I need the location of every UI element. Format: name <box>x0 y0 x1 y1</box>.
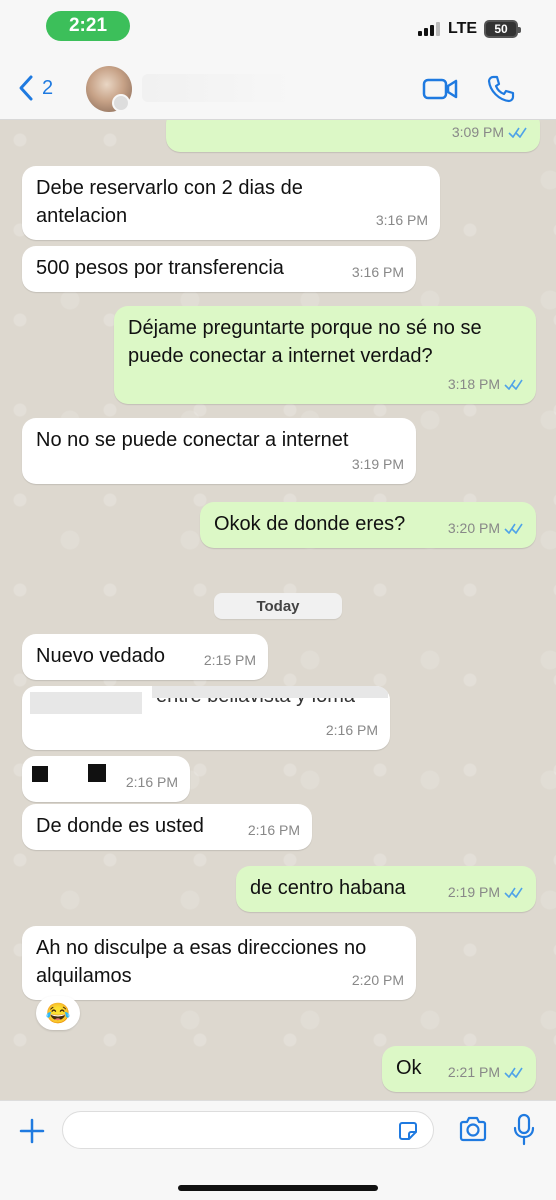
message-time: 2:16 PM <box>125 774 178 790</box>
microphone-icon[interactable] <box>512 1113 536 1147</box>
message-time: 3:18 PM <box>447 376 500 392</box>
message-time: 2:15 PM <box>203 652 256 668</box>
message-time: 2:16 PM <box>247 822 300 838</box>
message-incoming[interactable]: 2:16 PM <box>22 756 190 802</box>
message-time: 3:19 PM <box>351 456 404 472</box>
message-time: 2:21 PM <box>447 1064 500 1080</box>
message-incoming[interactable]: No no se puede conectar a internet 3:19 … <box>22 418 416 484</box>
message-time: 2:20 PM <box>351 972 404 988</box>
message-incoming[interactable]: Nuevo vedado 2:15 PM <box>22 634 268 680</box>
message-text: Debe reservarlo con 2 dias de antelacion <box>36 177 303 227</box>
message-text: 500 pesos por transferencia <box>36 257 284 279</box>
read-ticks-icon <box>504 1067 523 1078</box>
message-outgoing[interactable]: Okok de donde eres? 3:20 PM <box>200 502 536 548</box>
message-input[interactable] <box>62 1111 434 1149</box>
redaction <box>30 692 142 714</box>
message-time: 2:19 PM <box>447 884 500 900</box>
read-ticks-icon <box>504 523 523 534</box>
redaction <box>152 686 388 698</box>
message-incoming[interactable]: entre bellavista y loma 2:16 PM <box>22 686 390 750</box>
chat-area[interactable]: 3:09 PM Debe reservarlo con 2 dias de an… <box>0 120 556 1100</box>
message-incoming[interactable]: De donde es usted 2:16 PM <box>22 804 312 850</box>
status-bar: 2:21 LTE 50 <box>0 0 556 56</box>
read-ticks-icon <box>504 379 523 390</box>
message-incoming[interactable]: Debe reservarlo con 2 dias de antelacion… <box>22 166 440 240</box>
phone-icon[interactable] <box>486 74 516 104</box>
message-time: 3:20 PM <box>447 520 500 536</box>
plus-icon[interactable] <box>18 1117 46 1145</box>
message-time: 3:16 PM <box>375 212 428 228</box>
status-ring-icon <box>112 94 130 112</box>
reaction-badge[interactable]: 😂 <box>36 996 80 1030</box>
signal-icon <box>418 22 440 36</box>
message-outgoing[interactable]: de centro habana 2:19 PM <box>236 866 536 912</box>
home-indicator[interactable] <box>178 1185 378 1191</box>
redaction <box>32 766 48 782</box>
chat-header: 2 <box>0 56 556 120</box>
message-text: No no se puede conectar a internet <box>36 429 349 451</box>
unread-count: 2 <box>42 76 54 99</box>
network-label: LTE <box>448 20 478 37</box>
status-time: 2:21 <box>46 11 130 41</box>
camera-icon[interactable] <box>458 1115 488 1143</box>
message-outgoing[interactable]: 3:09 PM <box>166 120 540 152</box>
message-time: 2:16 PM <box>325 722 378 738</box>
message-text: Ah no disculpe a esas direcciones no alq… <box>36 937 367 987</box>
message-time: 3:16 PM <box>351 264 404 280</box>
back-button[interactable]: 2 <box>18 74 53 102</box>
date-separator: Today <box>214 593 342 619</box>
message-incoming[interactable]: 500 pesos por transferencia 3:16 PM <box>22 246 416 292</box>
read-ticks-icon <box>508 127 527 138</box>
video-call-icon[interactable] <box>422 76 458 102</box>
contact-name-redacted[interactable] <box>142 74 292 102</box>
input-bar <box>0 1100 556 1200</box>
read-ticks-icon <box>504 887 523 898</box>
battery-icon: 50 <box>484 20 521 38</box>
message-outgoing[interactable]: Déjame preguntarte porque no sé no se pu… <box>114 306 536 404</box>
message-time: 3:09 PM <box>451 124 504 140</box>
redaction <box>88 764 106 782</box>
sticker-icon[interactable] <box>396 1119 420 1143</box>
message-incoming[interactable]: Ah no disculpe a esas direcciones no alq… <box>22 926 416 1000</box>
back-chevron-icon <box>19 75 33 101</box>
message-outgoing[interactable]: Ok 2:21 PM <box>382 1046 536 1092</box>
message-text: Déjame preguntarte porque no sé no se pu… <box>128 317 482 367</box>
